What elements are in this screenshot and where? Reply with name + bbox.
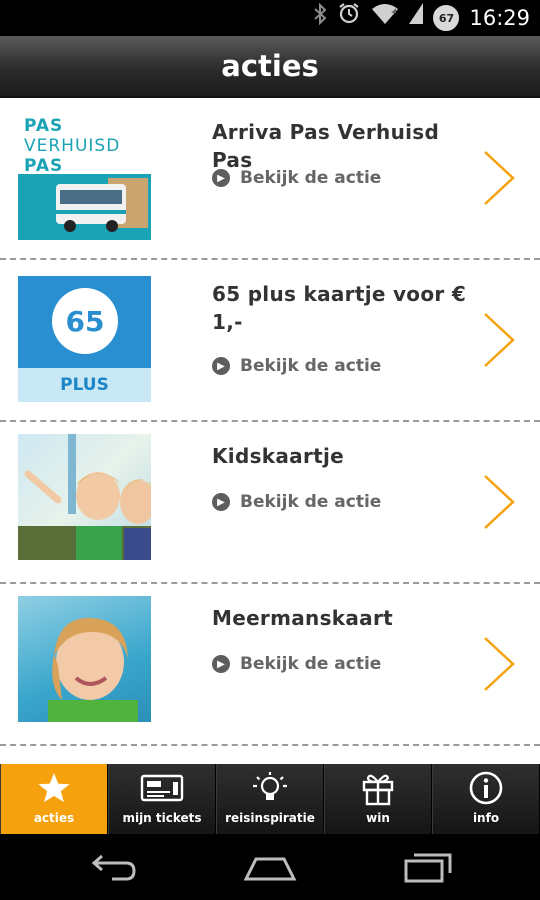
kids-thumbnail (18, 434, 151, 560)
gift-icon (360, 771, 396, 806)
view-action-link[interactable]: ▶ Bekijk de actie (212, 654, 381, 674)
tab-acties[interactable]: acties (0, 764, 108, 834)
system-nav-bar (0, 834, 540, 900)
bus-image (18, 174, 151, 240)
view-action-link[interactable]: ▶ Bekijk de actie (212, 168, 381, 188)
view-action-link[interactable]: ▶ Bekijk de actie (212, 356, 381, 376)
chevron-right-icon[interactable] (482, 312, 516, 368)
action-title: 65 plus kaartje voor € 1,- (212, 282, 467, 334)
chevron-right-icon[interactable] (482, 474, 516, 530)
battery-icon: 67 (433, 5, 460, 31)
meermans-thumbnail (18, 596, 151, 722)
lightbulb-icon (251, 771, 289, 805)
info-icon (468, 771, 504, 805)
view-action-link[interactable]: ▶ Bekijk de actie (212, 492, 381, 512)
list-item[interactable]: Kidskaartje ▶ Bekijk de actie (0, 422, 540, 584)
tab-mijn-tickets[interactable]: mijn tickets (108, 764, 216, 834)
action-title: Meermanskaart (212, 606, 393, 630)
arrow-right-icon: ▶ (212, 357, 230, 375)
arrow-right-icon: ▶ (212, 493, 230, 511)
tab-bar: acties mijn tickets reisinspiratie win i… (0, 764, 540, 834)
list-item[interactable]: Meermanskaart ▶ Bekijk de actie (0, 584, 540, 746)
alarm-icon (337, 0, 361, 36)
recent-apps-icon[interactable] (398, 847, 458, 887)
tab-win[interactable]: win (324, 764, 432, 834)
header-bar: acties (0, 36, 540, 98)
chevron-right-icon[interactable] (482, 636, 516, 692)
actions-list: PAS VERHUISD PAS Arriva Pas Verhuisd Pas… (0, 98, 540, 764)
star-icon (37, 771, 71, 805)
chevron-right-icon[interactable] (482, 150, 516, 206)
tab-info[interactable]: info (432, 764, 540, 834)
wifi-icon (371, 0, 399, 36)
plus-label: PLUS (18, 368, 151, 402)
pas-verhuisd-thumbnail: PAS VERHUISD PAS (18, 114, 151, 240)
65-badge: 65 (52, 288, 118, 354)
arrow-right-icon: ▶ (212, 655, 230, 673)
list-item[interactable]: PAS VERHUISD PAS Arriva Pas Verhuisd Pas… (0, 98, 540, 260)
ticket-icon (140, 771, 184, 805)
action-title: Kidskaartje (212, 444, 345, 468)
page-title: acties (221, 49, 319, 83)
signal-icon (409, 0, 424, 36)
bluetooth-icon (313, 0, 327, 36)
arrow-right-icon: ▶ (212, 169, 230, 187)
list-item[interactable]: 65 PLUS 65 plus kaartje voor € 1,- ▶ Bek… (0, 260, 540, 422)
tab-reisinspiratie[interactable]: reisinspiratie (216, 764, 324, 834)
status-bar: 67 16:29 (0, 0, 540, 36)
65-plus-thumbnail: 65 PLUS (18, 276, 151, 402)
divider (0, 744, 540, 746)
clock: 16:29 (469, 6, 530, 30)
action-title: Arriva Pas Verhuisd Pas (212, 120, 440, 172)
home-icon[interactable] (240, 847, 300, 887)
back-icon[interactable] (82, 847, 142, 887)
